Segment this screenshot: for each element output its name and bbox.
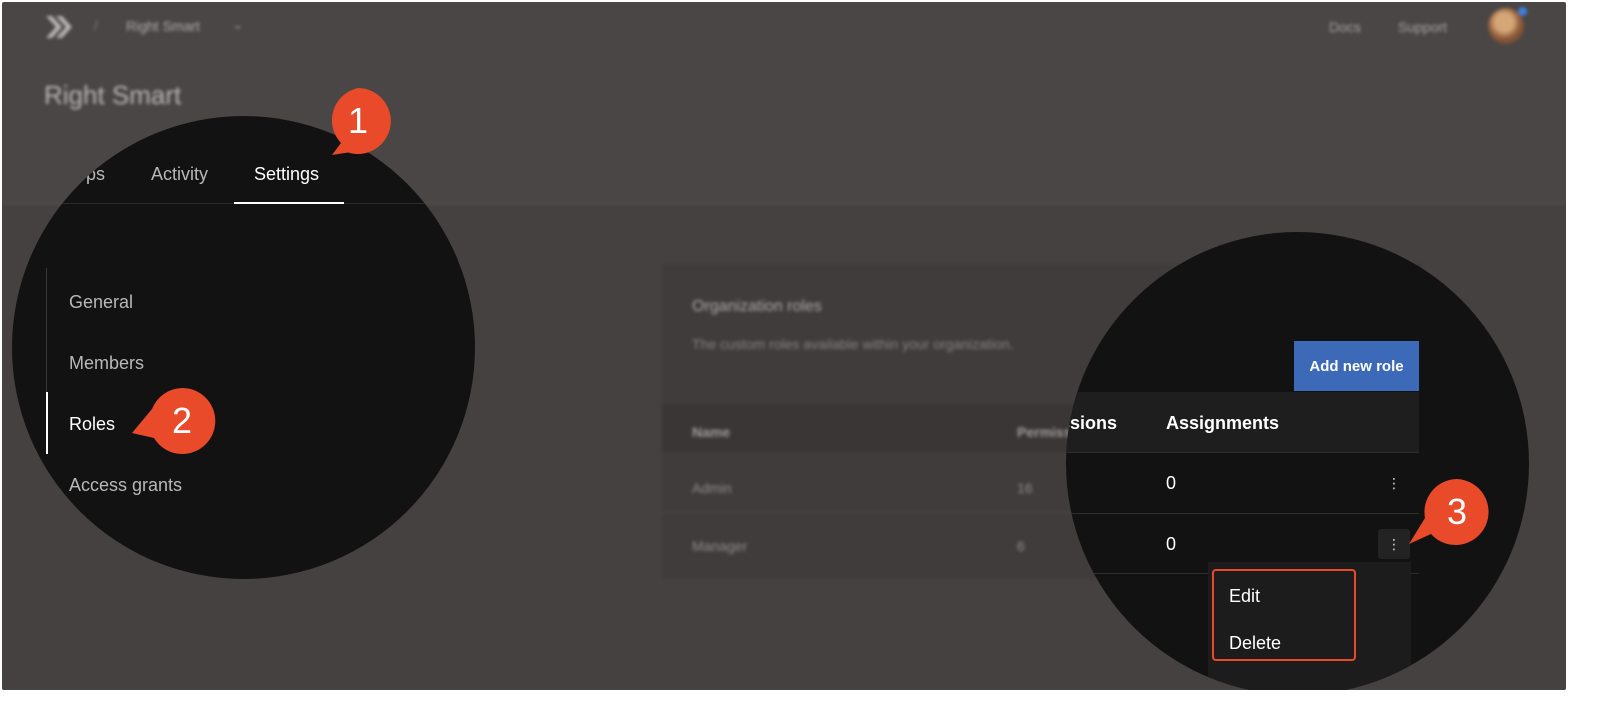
tab-apps[interactable]: Apps	[64, 164, 105, 185]
callout-number: 1	[347, 100, 369, 141]
row-divider	[1066, 513, 1419, 514]
chevron-down-icon[interactable]: ⌄	[232, 16, 244, 33]
magnifier-right-content: Add new role Permissions Assignments 0 ⋮…	[1066, 232, 1529, 690]
row-assignments-manager: 0	[1166, 534, 1177, 554]
callout-badge-3: 3	[1409, 478, 1491, 546]
breadcrumb-separator: /	[94, 17, 98, 33]
column-header-name: Name	[692, 424, 731, 440]
sidebar-active-indicator	[46, 392, 48, 454]
callout-number: 2	[171, 400, 193, 441]
menu-item-delete[interactable]: Delete	[1229, 633, 1281, 654]
more-vertical-icon[interactable]: ⋮	[1378, 468, 1410, 498]
docs-link[interactable]: Docs	[1329, 19, 1361, 35]
breadcrumb-org[interactable]: Right Smart	[126, 18, 200, 34]
menu-item-edit[interactable]: Edit	[1229, 586, 1260, 607]
notification-dot	[1518, 7, 1527, 16]
row-divider	[1066, 452, 1419, 453]
add-new-role-button[interactable]: Add new role	[1294, 341, 1419, 391]
tab-activity[interactable]: Activity	[151, 164, 208, 185]
row-name-admin: Admin	[692, 480, 732, 496]
row-assignments-admin: 0	[1166, 473, 1177, 493]
callout-badge-1: 1	[324, 87, 392, 155]
panel-subtitle: The custom roles available within your o…	[692, 336, 1014, 352]
callout-number: 3	[1446, 491, 1468, 532]
top-bar: / Right Smart ⌄ Docs Support	[2, 2, 1566, 52]
magnifier-left-content: Apps Activity Settings General Members R…	[12, 116, 475, 579]
magnifier-left: Apps Activity Settings General Members R…	[12, 116, 475, 579]
more-vertical-icon[interactable]: ⋮	[1378, 529, 1410, 559]
sidebar-item-access-grants[interactable]: Access grants	[69, 475, 182, 496]
row-name-manager: Manager	[692, 538, 748, 554]
callout-badge-2: 2	[132, 387, 216, 455]
sidebar-item-roles[interactable]: Roles	[69, 414, 115, 435]
column-header-permissions: Permissions	[1066, 413, 1118, 433]
magnifier-right: Add new role Permissions Assignments 0 ⋮…	[1066, 232, 1529, 690]
screenshot-frame: / Right Smart ⌄ Docs Support Right Smart…	[2, 2, 1566, 690]
support-link[interactable]: Support	[1398, 19, 1447, 35]
row-permissions-admin: 16	[1017, 480, 1033, 496]
column-header-assignments: Assignments	[1166, 413, 1280, 433]
sidebar-item-members[interactable]: Members	[69, 353, 144, 374]
panel-title: Organization roles	[692, 298, 822, 315]
active-tab-indicator	[234, 202, 344, 204]
app-logo-icon	[46, 16, 72, 38]
tab-settings[interactable]: Settings	[254, 164, 319, 185]
page-title: Right Smart	[44, 80, 182, 110]
row-permissions-manager: 6	[1017, 538, 1025, 554]
sidebar-item-general[interactable]: General	[69, 292, 133, 313]
